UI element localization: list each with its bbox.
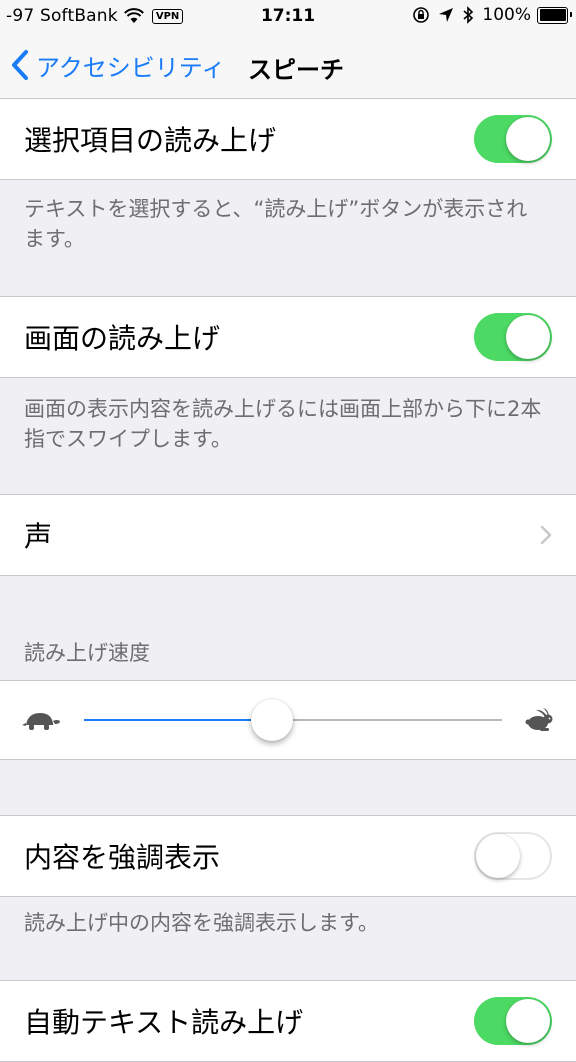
auto-text-label: 自動テキスト読み上げ (24, 1006, 304, 1039)
switch-knob (506, 315, 550, 359)
bluetooth-icon (463, 6, 474, 24)
battery-percentage: 100% (482, 5, 531, 25)
chevron-right-icon (540, 525, 552, 545)
back-button-label: アクセシビリティ (36, 53, 226, 82)
chevron-left-icon (12, 50, 28, 80)
rotation-lock-icon (413, 7, 430, 23)
battery-icon (537, 6, 572, 24)
speak-screen-label: 画面の読み上げ (24, 322, 221, 355)
speak-selection-footer: テキストを選択すると、“読み上げ”ボタンが表示されます。 (24, 197, 528, 251)
turtle-icon (22, 713, 60, 730)
highlight-content-row: 内容を強調表示 (0, 815, 576, 897)
speaking-rate-slider-thumb[interactable] (251, 699, 294, 741)
highlight-content-switch[interactable] (474, 832, 552, 880)
speaking-rate-slider-fill (84, 719, 273, 721)
voices-row[interactable]: 声 (0, 494, 576, 576)
back-button[interactable]: アクセシビリティ (10, 48, 225, 82)
hare-icon (525, 708, 553, 731)
speaking-rate-header: 読み上げ速度 (24, 641, 150, 665)
auto-text-row: 自動テキスト読み上げ (0, 980, 576, 1062)
switch-knob (506, 999, 550, 1043)
speak-screen-row: 画面の読み上げ (0, 296, 576, 378)
switch-knob (506, 117, 550, 161)
status-bar: -97 SoftBank VPN 17:11 100% (0, 0, 576, 34)
highlight-content-footer: 読み上げ中の内容を強調表示します。 (24, 911, 379, 935)
switch-knob (476, 834, 520, 878)
auto-text-switch[interactable] (474, 997, 552, 1045)
speak-screen-footer: 画面の表示内容を読み上げるには画面上部から下に2本指でスワイプします。 (24, 397, 542, 451)
highlight-content-label: 内容を強調表示 (24, 841, 221, 874)
voices-label: 声 (24, 520, 53, 553)
speak-screen-switch[interactable] (474, 313, 552, 361)
status-right: 100% (412, 5, 572, 25)
location-icon (439, 8, 454, 22)
speak-selection-switch[interactable] (474, 115, 552, 163)
speak-selection-label: 選択項目の読み上げ (24, 124, 277, 157)
speak-selection-row: 選択項目の読み上げ (0, 98, 576, 180)
speaking-rate-slider-track[interactable] (84, 699, 502, 741)
speaking-rate-row (0, 680, 576, 760)
navigation-bar: アクセシビリティ スピーチ (0, 34, 576, 99)
page-title: スピーチ (248, 56, 344, 84)
